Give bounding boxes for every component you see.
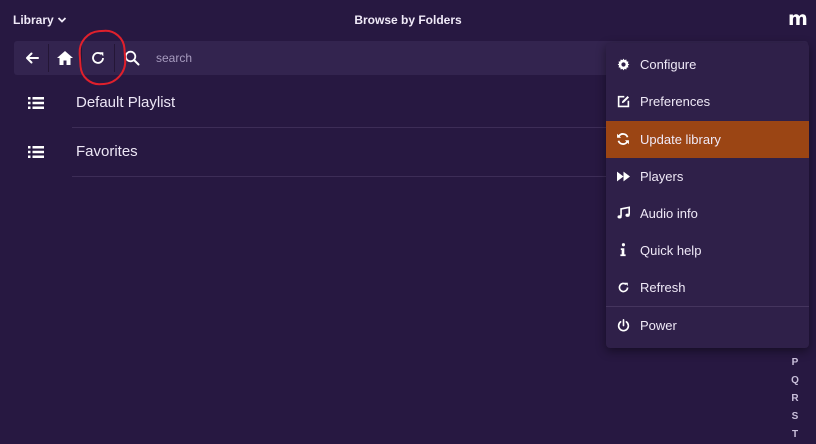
alphabet-letter[interactable]: P xyxy=(786,354,804,372)
list-divider xyxy=(72,176,614,177)
fast-forward-icon xyxy=(616,169,630,183)
menu-item-update-library[interactable]: Update library xyxy=(606,121,809,158)
alphabet-letter[interactable]: Q xyxy=(786,372,804,390)
home-button[interactable] xyxy=(49,41,81,75)
menu-item-configure[interactable]: Configure xyxy=(606,46,809,83)
alphabet-jump-bar: P Q R S T xyxy=(786,354,804,444)
menu-item-audio-info[interactable]: Audio info xyxy=(606,195,809,232)
info-icon xyxy=(616,243,630,257)
refresh-icon xyxy=(616,280,630,294)
top-bar: Library Browse by Folders m xyxy=(0,0,816,40)
search-icon xyxy=(124,50,140,66)
list-item-favorites[interactable]: Favorites xyxy=(14,128,614,177)
main-menu: Configure Preferences Update library Pla… xyxy=(606,43,809,348)
menu-item-label: Preferences xyxy=(640,94,711,109)
sync-icon xyxy=(616,132,630,146)
alphabet-letter[interactable]: S xyxy=(786,408,804,426)
refresh-button[interactable] xyxy=(82,41,114,75)
menu-item-label: Refresh xyxy=(640,280,686,295)
list-icon xyxy=(28,97,44,109)
search-button[interactable] xyxy=(116,41,148,75)
menu-item-quick-help[interactable]: Quick help xyxy=(606,232,809,269)
search-input[interactable] xyxy=(150,41,600,75)
menu-item-label: Power xyxy=(640,318,677,333)
menu-item-label: Update library xyxy=(640,132,721,147)
alphabet-letter[interactable]: R xyxy=(786,390,804,408)
menu-item-label: Configure xyxy=(640,57,697,72)
menu-item-refresh[interactable]: Refresh xyxy=(606,269,809,306)
menu-item-label: Players xyxy=(640,169,684,184)
toolbar-divider xyxy=(114,44,115,72)
menu-item-preferences[interactable]: Preferences xyxy=(606,83,809,120)
menu-item-power[interactable]: Power xyxy=(606,307,809,344)
back-button[interactable] xyxy=(16,41,48,75)
refresh-icon xyxy=(92,52,104,64)
app-logo[interactable]: m xyxy=(788,8,808,30)
home-icon xyxy=(57,51,73,65)
music-note-icon xyxy=(616,206,630,220)
arrow-left-icon xyxy=(26,52,39,64)
list-item-default-playlist[interactable]: Default Playlist xyxy=(14,79,614,128)
list-item-label: Default Playlist xyxy=(76,94,176,111)
menu-item-label: Audio info xyxy=(640,206,698,221)
list-icon xyxy=(28,146,44,158)
gear-icon xyxy=(616,57,630,71)
list-item-label: Favorites xyxy=(76,143,138,160)
alphabet-letter[interactable]: T xyxy=(786,426,804,444)
edit-icon xyxy=(616,94,630,108)
page-title: Browse by Folders xyxy=(354,13,462,27)
menu-item-players[interactable]: Players xyxy=(606,158,809,195)
menu-item-label: Quick help xyxy=(640,243,702,258)
power-icon xyxy=(616,318,630,332)
